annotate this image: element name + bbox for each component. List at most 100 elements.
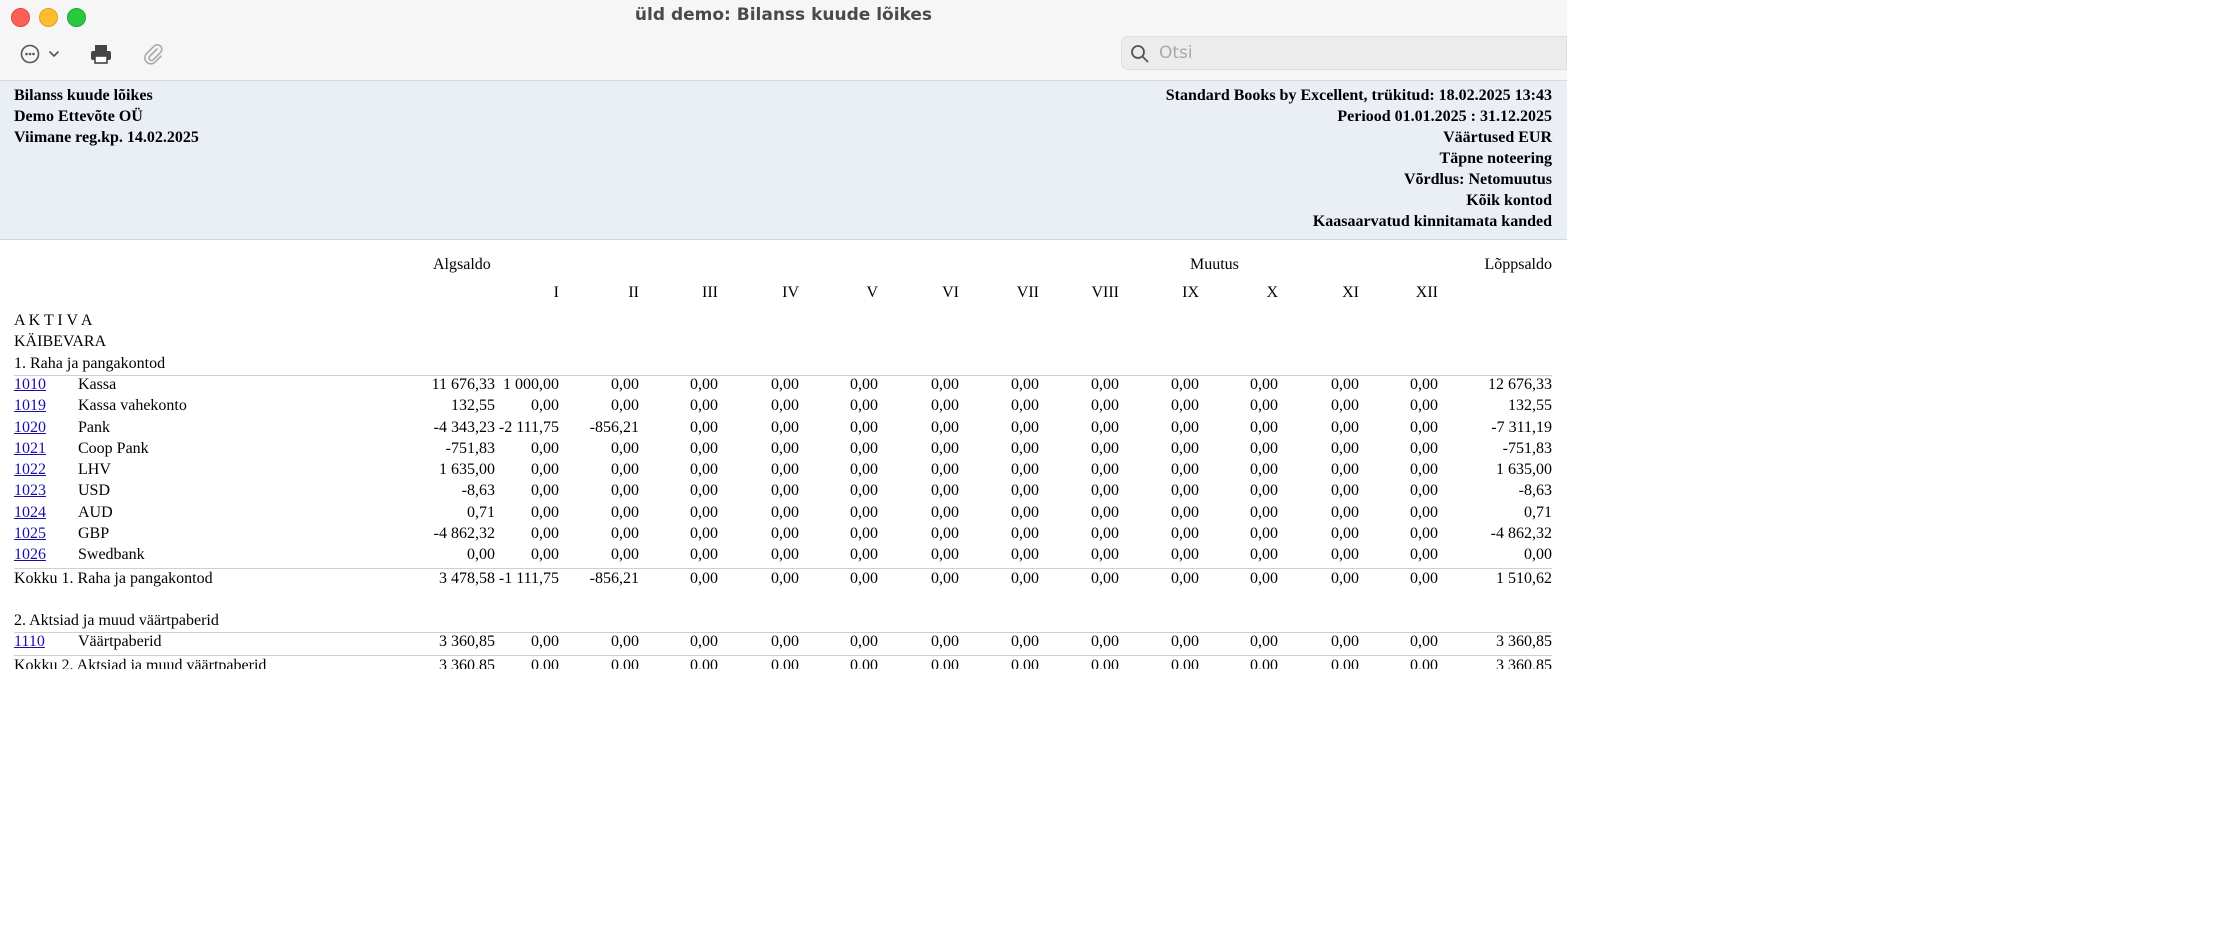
amount-cell: 0,00 [1410,397,1438,415]
amount-cell: 0,00 [1250,397,1278,415]
report-header: Bilanss kuude lõikes Demo Ettevõte OÜ Vi… [0,81,1567,240]
amount-cell: 0,00 [531,503,559,521]
account-link[interactable]: 1023 [14,482,46,500]
last-reg-date: Viimane reg.kp. 14.02.2025 [14,129,199,146]
row-divider [14,654,1552,656]
amount-cell: -856,21 [589,418,639,436]
amount-cell: -4 862,32 [433,525,495,542]
attach-button[interactable] [141,41,165,67]
amount-cell: 0,00 [1331,525,1359,542]
amount-cell: 0,00 [1331,633,1359,651]
account-link[interactable]: 1022 [14,461,46,479]
amount-cell: 0,00 [1011,418,1039,436]
report-body: Algsaldo Muutus Lõppsaldo I II III IV V VI VII VII… [0,240,1567,669]
total-amount-cell: 3 360,85 [439,656,495,670]
amount-cell: 0,00 [1171,525,1199,542]
amount-cell: -8,63 [1518,482,1552,500]
total-amount-cell: 0,00 [771,656,799,670]
amount-cell: 0,00 [850,633,878,651]
print-button[interactable] [89,41,113,67]
amount-cell: 0,00 [1410,503,1438,521]
col-header-month: XI [1342,284,1359,301]
amount-cell: 0,00 [1410,633,1438,651]
amount-cell: 0,00 [850,397,878,415]
amount-cell: 0,00 [1410,546,1438,564]
amount-cell: 0,00 [1331,503,1359,521]
amount-cell: 0,00 [1250,482,1278,500]
amount-cell: 0,00 [1091,418,1119,436]
amount-cell: 0,00 [1250,503,1278,521]
amount-cell: 0,00 [690,546,718,564]
amount-cell: 0,00 [1331,397,1359,415]
amount-cell: 0,00 [1331,546,1359,564]
amount-cell: 0,00 [1250,418,1278,436]
amount-cell: 0,00 [1091,482,1119,500]
report-header-right: Standard Books by Excellent, trükitud: 1… [1166,85,1552,232]
group-title: 2. Aktsiad ja muud väärtpaberid [14,611,219,629]
amount-cell: 0,00 [1171,397,1199,415]
col-header-opening: Algsaldo [433,256,491,273]
amount-cell: 0,00 [1091,633,1119,651]
amount-cell: 0,00 [850,375,878,393]
account-name: GBP [78,525,110,542]
amount-cell: 0,00 [771,633,799,651]
total-amount-cell: 0,00 [1331,656,1359,670]
group-total-label: Kokku 2. Aktsiad ja muud väärtpaberid [14,656,267,670]
amount-cell: 0,00 [531,633,559,651]
report-header-left: Bilanss kuude lõikes Demo Ettevõte OÜ Vi… [14,85,199,148]
total-amount-cell: 0,00 [1250,656,1278,670]
total-amount-cell: 3 360,85 [1496,656,1552,670]
amount-cell: 0,00 [1091,461,1119,479]
amount-cell: 1 635,00 [1496,461,1552,479]
amount-cell: 0,00 [931,375,959,393]
account-link[interactable]: 1010 [14,376,46,394]
col-header-month: I [553,284,559,301]
col-header-change: Muutus [1190,256,1239,273]
amount-cell: 0,00 [771,439,799,457]
section-title: A K T I V A [14,312,93,329]
total-amount-cell: 0,00 [1011,656,1039,670]
title-bar: üld demo: Bilanss kuude lõikes Otsi [0,0,1567,81]
amount-cell: 0,00 [1011,482,1039,500]
total-amount-cell: 0,00 [850,569,878,587]
account-link[interactable]: 1025 [14,525,46,543]
total-amount-cell: 0,00 [1091,569,1119,587]
account-name: Kassa [78,375,117,393]
col-header-month: II [628,284,639,301]
total-amount-cell: 0,00 [931,656,959,670]
amount-cell: 0,00 [931,461,959,479]
amount-cell: 0,00 [1091,525,1119,542]
total-amount-cell: -1 111,75 [498,569,559,587]
amount-cell: 0,00 [771,525,799,542]
account-link[interactable]: 1020 [14,419,46,437]
unconfirmed-info: Kaasaarvatud kinnitamata kanded [1312,213,1552,230]
amount-cell: 0,00 [850,503,878,521]
account-link[interactable]: 1021 [14,440,46,458]
amount-cell: 11 676,33 [431,375,495,393]
account-link[interactable]: 1110 [14,633,45,651]
total-amount-cell: -856,21 [589,569,639,587]
search-field[interactable]: Otsi [1121,36,1567,70]
amount-cell: 0,00 [531,439,559,457]
amount-cell: 0,00 [1091,375,1119,393]
amount-cell: 0,00 [531,397,559,415]
search-icon [1131,45,1149,63]
total-amount-cell: 0,00 [1250,569,1278,587]
currency-info: Väärtused EUR [1443,129,1552,146]
amount-cell: 0,00 [690,633,718,651]
amount-cell: 0,00 [1091,503,1119,521]
amount-cell: 0,00 [1250,375,1278,393]
amount-cell: 0,00 [931,482,959,500]
amount-cell: 0,00 [850,546,878,564]
col-header-month: VI [942,284,959,301]
account-link[interactable]: 1026 [14,546,46,564]
more-actions-button[interactable] [19,41,63,67]
amount-cell: -7 311,19 [1491,418,1552,436]
total-amount-cell: 0,00 [1171,569,1199,587]
account-link[interactable]: 1024 [14,504,46,522]
amount-cell: 0,00 [611,546,639,564]
account-name: Kassa vahekonto [78,397,187,415]
account-name: Väärtpaberid [78,633,162,651]
account-link[interactable]: 1019 [14,397,46,415]
report-title: Bilanss kuude lõikes [14,87,153,104]
